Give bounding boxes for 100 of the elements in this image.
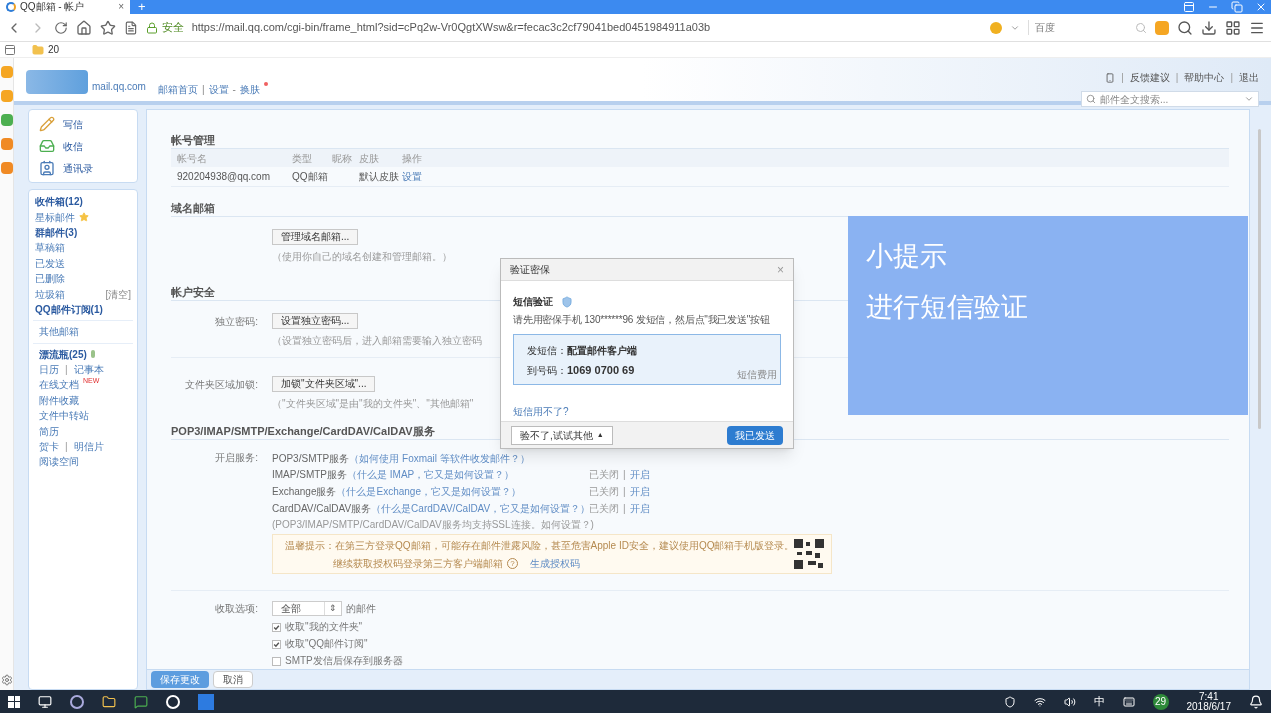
folder-link[interactable]: 草稿箱 [35, 240, 65, 256]
service-status: 已关闭 [589, 485, 619, 499]
sidebar-icon[interactable] [4, 43, 16, 56]
phone-icon[interactable] [1105, 72, 1116, 83]
quick-action[interactable]: 写信 [39, 116, 137, 132]
shield-icon [561, 295, 573, 308]
fetch-select[interactable]: 全部 ⇕ [272, 601, 342, 617]
folder-link[interactable]: 收件箱(12) [35, 194, 83, 210]
close-button[interactable]: × [777, 260, 784, 279]
service-status: 已关闭 [589, 501, 619, 516]
table-cell: 920204938@qq.com [177, 171, 270, 182]
keyboard-icon[interactable] [1122, 695, 1135, 708]
folder-link[interactable]: 简历 [39, 423, 59, 439]
column-header: 操作 [402, 152, 422, 164]
header-link[interactable]: 反馈建议 [1129, 70, 1170, 85]
settings-link[interactable]: 设置 [402, 171, 422, 182]
header-link[interactable]: 帮助中心 [1184, 70, 1225, 85]
bookmark-folder[interactable]: 20 [32, 42, 60, 57]
cancel-button[interactable]: 取消 [213, 671, 253, 688]
search-icon [1135, 21, 1148, 34]
folder-link[interactable]: QQ邮件订阅(1) [35, 301, 103, 317]
task-view-icon[interactable] [38, 694, 52, 709]
file-explorer-icon[interactable] [102, 694, 116, 709]
home-icon[interactable] [75, 19, 92, 36]
separator: | [622, 501, 627, 516]
chat-icon[interactable] [0, 114, 13, 126]
sms-content: 发短信：配置邮件客户端 [527, 344, 637, 358]
new-tab-button[interactable]: + [130, 0, 154, 14]
input-method[interactable]: 中 [1093, 693, 1105, 710]
folder-link[interactable]: 明信片 [73, 439, 104, 455]
mail-search-field[interactable]: 邮件全文搜索... [1081, 91, 1259, 107]
close-icon[interactable] [1255, 1, 1267, 13]
folder-link[interactable]: 群邮件(3) [35, 224, 78, 240]
checkbox[interactable] [272, 639, 281, 649]
star-icon [79, 212, 89, 223]
column-header: 昵称 [332, 152, 352, 164]
settings-icon[interactable] [0, 674, 13, 686]
address-field[interactable]: 安全 https://mail.qq.com/cgi-bin/frame_html?sid=cPq2w-Vr0QgtXWsw&r=fecac3c2cf79041bed0451984911a03b [145, 19, 982, 36]
confirm-sent-button[interactable]: 我已发送 [727, 425, 783, 445]
nav-link[interactable]: 设置 [208, 82, 229, 97]
dialog-title: 验证密保 [510, 263, 551, 277]
separator: | [1230, 71, 1233, 85]
service-status: 已关闭 [589, 468, 619, 483]
service-name: IMAP/SMTP服务（什么是 IMAP，它又是如何设置？） [272, 469, 515, 481]
folder-link[interactable]: 附件收藏 [39, 392, 79, 408]
bookmark-icon[interactable] [99, 19, 116, 36]
folder-link[interactable]: 贺卡 [39, 439, 59, 455]
folder-link[interactable]: 在线文档 [39, 377, 79, 393]
folder-link[interactable]: 已发送 [35, 255, 65, 271]
chat-app-icon[interactable] [134, 694, 148, 709]
quick-action[interactable]: 收信 [39, 138, 137, 154]
generate-code-link[interactable]: 生成授权码 [530, 555, 580, 571]
folder-link[interactable]: 星标邮件 [35, 209, 75, 225]
field-label: 开启服务: [214, 451, 259, 465]
field-label: 文件夹区域加锁: [184, 377, 259, 392]
network-icon[interactable] [1033, 695, 1046, 708]
tray-icon[interactable] [1003, 695, 1016, 708]
folder-link[interactable]: 垃圾箱 [35, 286, 65, 302]
close-tab-button[interactable]: × [118, 1, 124, 13]
reader-icon[interactable] [123, 20, 138, 35]
folder-link[interactable]: 漂流瓶(25) [39, 346, 87, 362]
search-field[interactable]: 百度 [1027, 20, 1148, 35]
apps-icon[interactable] [1225, 19, 1242, 36]
action-button[interactable]: 设置独立密码... [272, 313, 359, 329]
sms-fee-link[interactable]: 短信费用 [737, 367, 777, 382]
enable-link[interactable]: 开启 [629, 467, 650, 483]
save-button[interactable]: 保存更改 [151, 671, 209, 688]
folder-link[interactable]: 日历 [39, 362, 59, 378]
checkbox[interactable] [272, 622, 281, 632]
warning-text: 温馨提示：在第三方登录QQ邮箱，可能存在邮件泄露风险，甚至危害Apple ID安全，建议使用QQ邮箱手机版登录。 [285, 538, 795, 553]
checkbox[interactable] [272, 656, 281, 666]
folder-link[interactable]: 文件中转站 [39, 408, 89, 424]
enable-link[interactable]: 开启 [629, 484, 650, 499]
quick-action[interactable]: 通讯录 [39, 160, 137, 176]
table-cell: 默认皮肤 [359, 171, 399, 182]
folder-link[interactable]: 记事本 [73, 362, 104, 378]
sms-help-link[interactable]: 短信用不了? [513, 404, 569, 419]
manage-domain-button[interactable]: 管理域名邮箱... [272, 229, 359, 245]
folder-link[interactable]: 其他邮箱 [39, 324, 79, 340]
search-tool-icon[interactable] [1177, 19, 1194, 36]
restore-icon[interactable] [1231, 1, 1243, 13]
browser-tab[interactable]: QQ邮箱 - 帐户 × [0, 0, 130, 14]
checkbox-label: SMTP发信后保存到服务器 [285, 655, 403, 668]
notifications-icon[interactable] [1249, 694, 1263, 709]
nav-link[interactable]: 邮箱首页 [157, 82, 198, 97]
start-icon[interactable] [8, 695, 20, 708]
folder-link[interactable]: 阅读空间 [39, 454, 79, 470]
warning-text: 继续获取授权码登录第三方客户端邮箱 [333, 556, 503, 571]
download-icon[interactable] [1201, 19, 1218, 36]
sidebar-toggle-icon[interactable] [1183, 1, 1195, 13]
enable-link[interactable]: 开启 [629, 500, 650, 516]
folder-link[interactable]: 已删除 [35, 271, 65, 287]
reload-icon[interactable] [53, 20, 68, 35]
nav-link[interactable]: 换肤 [239, 82, 260, 97]
clock[interactable]: 7:41 2018/6/17 [1186, 691, 1231, 712]
volume-icon[interactable] [1063, 695, 1076, 708]
action-button[interactable]: 加锁"文件夹区域"... [272, 376, 376, 392]
logo-domain: mail.qq.com [92, 80, 146, 94]
header-link[interactable]: 退出 [1239, 70, 1259, 85]
empty-trash-link[interactable]: [清空] [105, 286, 131, 302]
